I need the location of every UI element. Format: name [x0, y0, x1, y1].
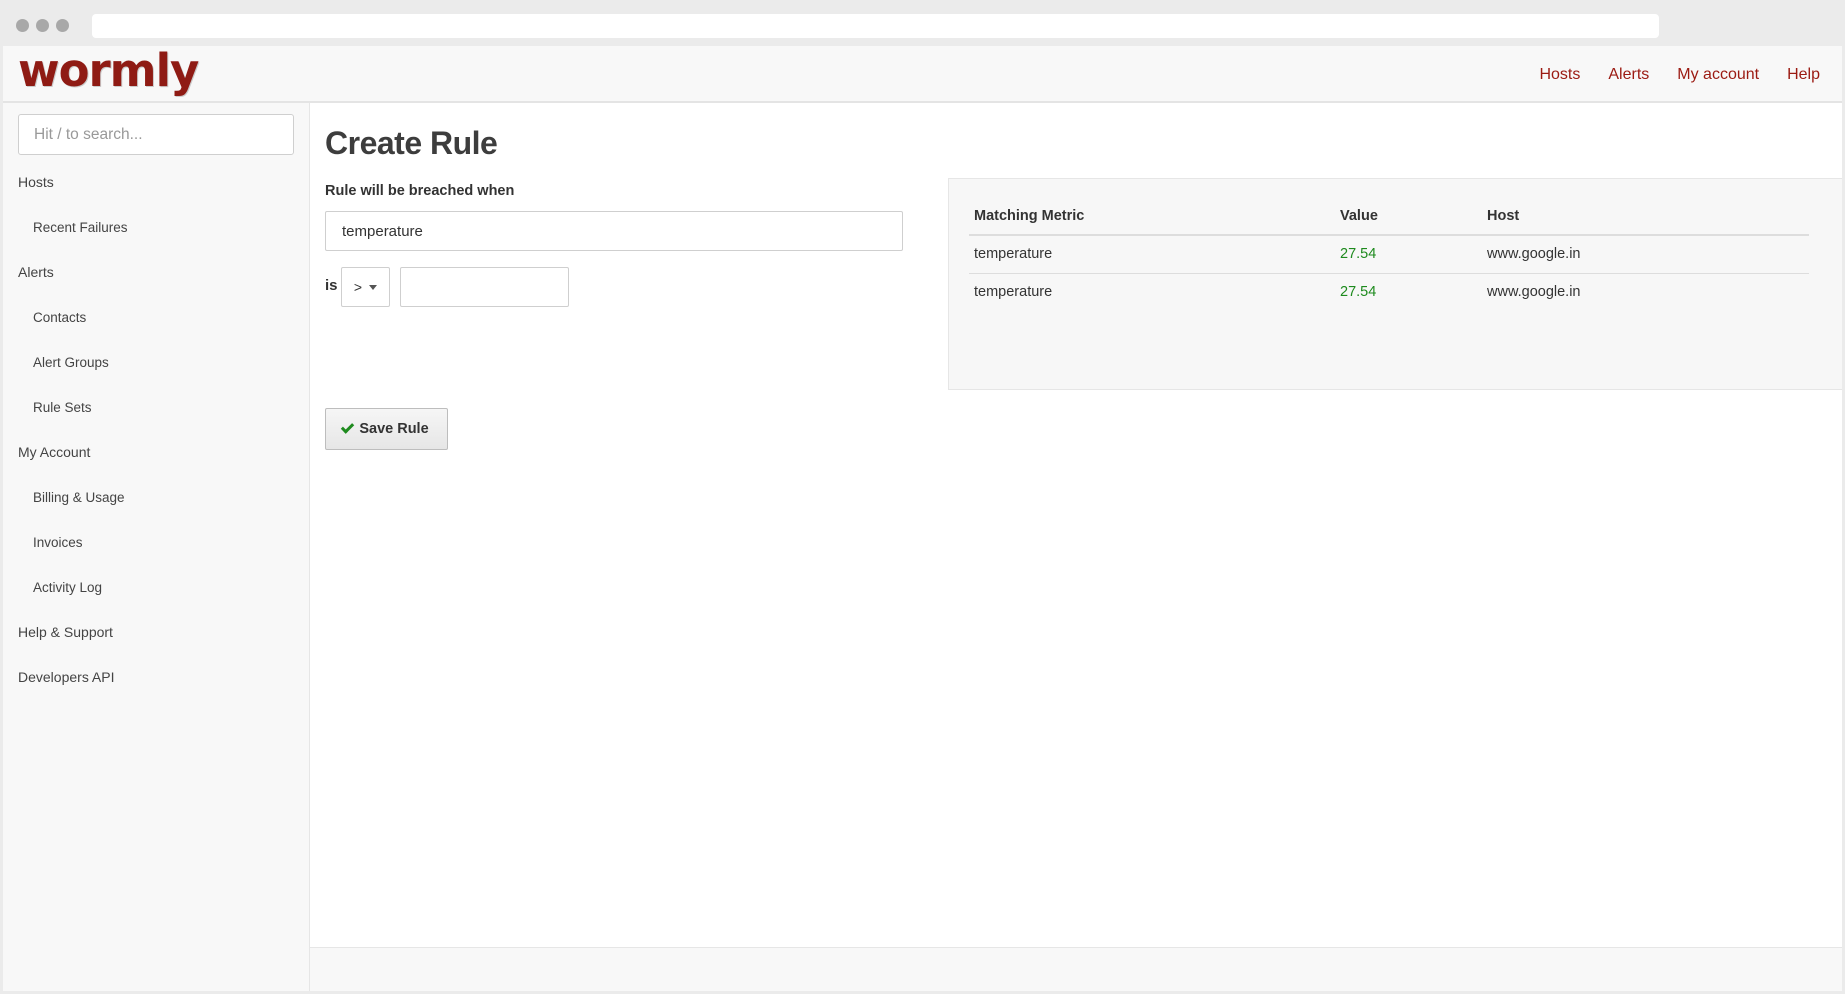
table-row: temperature 27.54 www.google.in: [969, 235, 1809, 274]
wormly-logo[interactable]: wormly: [18, 48, 199, 93]
value-cell: 27.54: [1340, 284, 1377, 301]
is-label: is: [325, 277, 338, 294]
metric-cell: temperature: [969, 235, 1335, 274]
top-nav-hosts[interactable]: Hosts: [1539, 66, 1580, 84]
checkmark-icon: [341, 420, 355, 434]
sidebar-item-invoices[interactable]: Invoices: [3, 520, 309, 565]
metric-cell: temperature: [974, 284, 1053, 301]
window-minimize-icon[interactable]: [36, 19, 49, 32]
browser-toolbar: [0, 0, 1845, 46]
address-bar[interactable]: [92, 14, 1659, 38]
breach-condition-label: Rule will be breached when: [325, 183, 515, 199]
sidebar-item-rule-sets[interactable]: Rule Sets: [3, 385, 309, 430]
table-row: temperature 27.54 www.google.in: [969, 273, 1809, 311]
threshold-input[interactable]: [400, 267, 569, 307]
sidebar-item-alert-groups[interactable]: Alert Groups: [3, 340, 309, 385]
table-header-row: Matching Metric Value Host: [969, 198, 1809, 236]
matching-metrics-table: Matching Metric Value Host temperature 2…: [969, 198, 1809, 311]
column-header-host: Host: [1482, 198, 1809, 236]
matching-metrics-panel: Matching Metric Value Host temperature 2…: [948, 178, 1842, 390]
page-footer: [310, 947, 1842, 991]
column-header-value: Value: [1335, 198, 1482, 236]
main-content: Create Rule Rule will be breached when i…: [310, 103, 1842, 991]
operator-value: >: [353, 279, 363, 295]
sidebar-item-alerts[interactable]: Alerts: [3, 250, 309, 295]
operator-select[interactable]: >: [341, 267, 390, 307]
chevron-down-icon: [369, 284, 378, 290]
top-nav-help[interactable]: Help: [1787, 66, 1820, 84]
sidebar-item-hosts[interactable]: Hosts: [3, 160, 309, 205]
sidebar-item-contacts[interactable]: Contacts: [3, 295, 309, 340]
top-nav-my-account[interactable]: My account: [1677, 66, 1759, 84]
host-cell: www.google.in: [1487, 284, 1581, 301]
value-cell: 27.54: [1335, 235, 1482, 274]
window-maximize-icon[interactable]: [56, 19, 69, 32]
metric-name-input[interactable]: [325, 211, 903, 251]
sidebar-item-my-account[interactable]: My Account: [3, 430, 309, 475]
sidebar-nav: Hosts Recent Failures Alerts Contacts Alert …: [3, 160, 309, 700]
sidebar-item-recent-failures[interactable]: Recent Failures: [3, 205, 309, 250]
search-input[interactable]: [18, 114, 294, 155]
app-header: wormly Hosts Alerts My account Help: [3, 46, 1842, 103]
save-rule-label: Save Rule: [359, 421, 429, 437]
sidebar-item-billing-usage[interactable]: Billing & Usage: [3, 475, 309, 520]
window-close-icon[interactable]: [16, 19, 29, 32]
host-cell: www.google.in: [1482, 235, 1809, 274]
page-title: Create Rule: [325, 125, 498, 161]
sidebar-item-help-support[interactable]: Help & Support: [3, 610, 309, 655]
sidebar: HostsRecent FailuresAlertsContactsAlert …: [3, 103, 310, 991]
save-rule-button[interactable]: Save Rule: [325, 408, 448, 450]
top-nav: Hosts Alerts My account Help: [1511, 66, 1820, 84]
sidebar-item-activity-log[interactable]: Activity Log: [3, 565, 309, 610]
top-nav-alerts[interactable]: Alerts: [1608, 66, 1649, 84]
sidebar-item-developers-api[interactable]: Developers API: [3, 655, 309, 700]
column-header-metric: Matching Metric: [969, 198, 1335, 236]
